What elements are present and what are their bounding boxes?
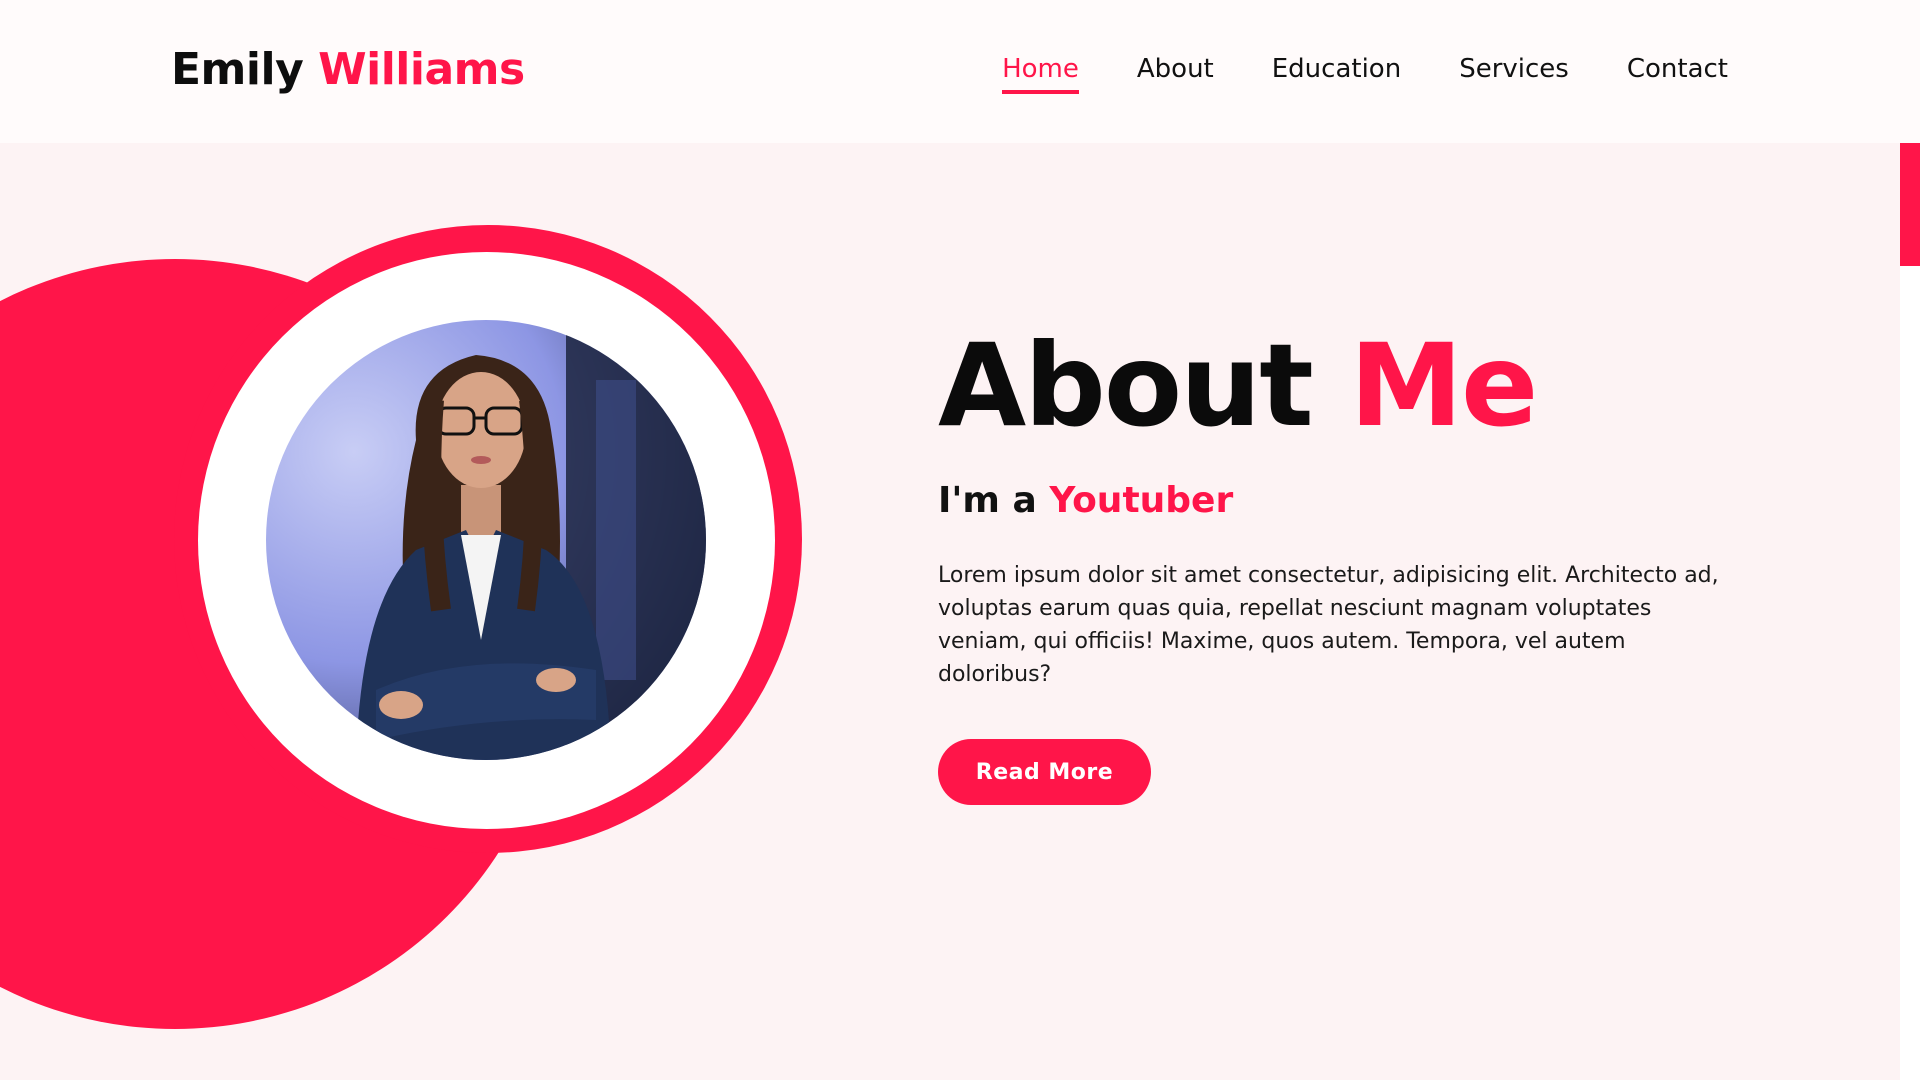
nav-home[interactable]: Home [1002,54,1079,94]
about-heading-part2: Me [1349,319,1539,452]
portrait-illustration [356,320,706,760]
scrollbar-thumb[interactable] [1900,133,1920,266]
nav-education[interactable]: Education [1272,54,1401,90]
nav-contact[interactable]: Contact [1627,54,1728,90]
nav-services[interactable]: Services [1459,54,1569,90]
about-description: Lorem ipsum dolor sit amet consectetur, … [938,563,1719,688]
about-heading-part1: About [938,319,1314,452]
site-header: Emily Williams Home About Education Serv… [0,0,1920,143]
role-prefix: I'm a [938,480,1037,522]
brand-logo[interactable]: Emily Williams [171,44,525,95]
about-heading: About Me [938,323,1738,448]
role-name: Youtuber [1049,480,1234,522]
profile-photo [266,320,706,760]
brand-first-name: Emily [171,44,304,95]
nav-about[interactable]: About [1137,54,1214,90]
role-subtitle: I'm a Youtuber [938,480,1738,521]
brand-last-name: Williams [318,44,525,95]
read-more-button[interactable]: Read More [938,739,1151,806]
about-section: About Me I'm a Youtuber Lorem ipsum dolo… [938,323,1738,806]
page: Emily Williams Home About Education Serv… [0,0,1920,1080]
main-nav: Home About Education Services Contact [1002,54,1728,94]
